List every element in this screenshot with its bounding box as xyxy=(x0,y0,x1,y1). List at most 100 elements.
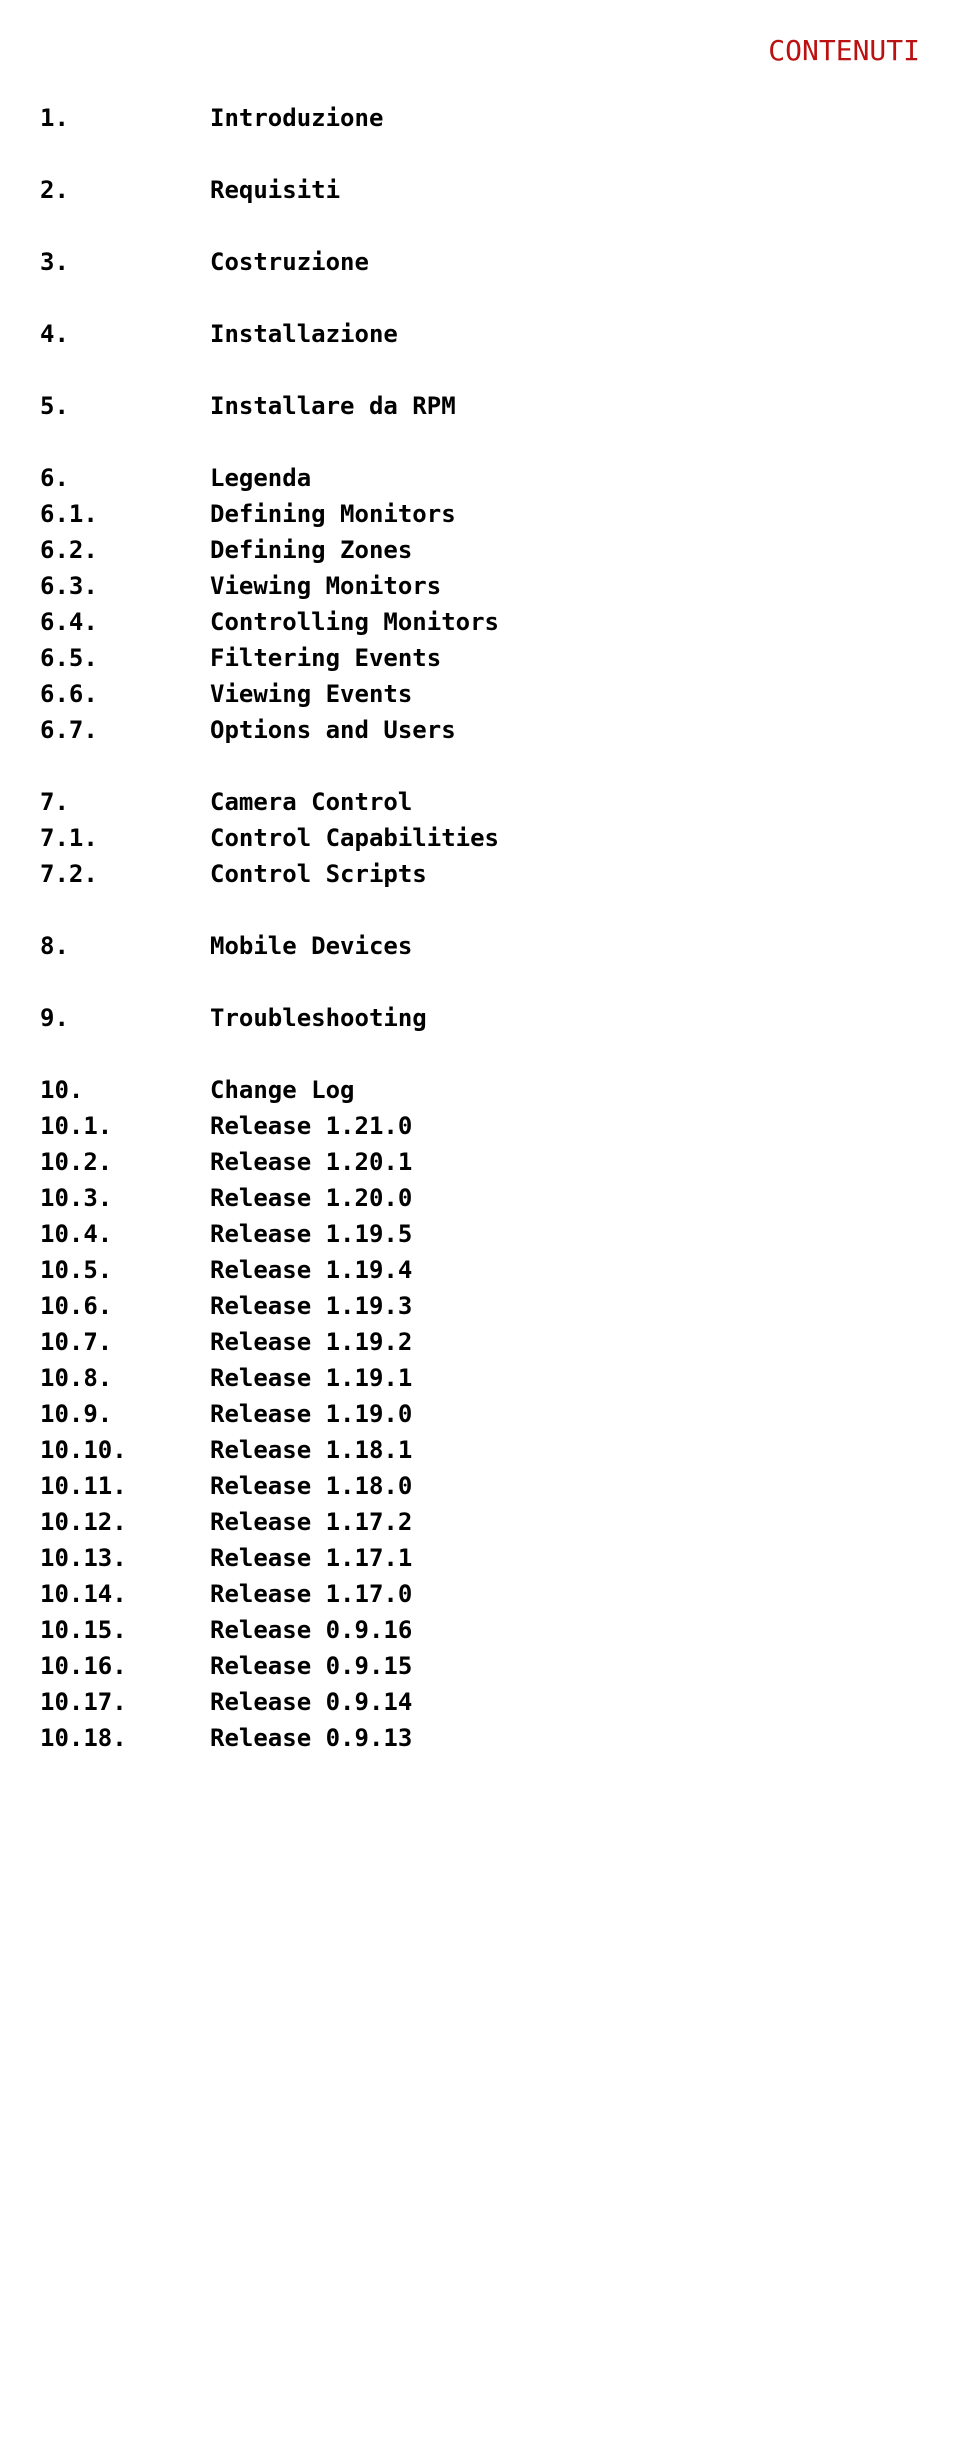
toc-entry: 10.18.Release 0.9.13 xyxy=(40,1720,920,1756)
toc-entry: 10.14.Release 1.17.0 xyxy=(40,1576,920,1612)
toc-section: 4.Installazione xyxy=(40,316,920,352)
toc-entry-number: 10.17. xyxy=(40,1684,210,1720)
toc-entry: 9.Troubleshooting xyxy=(40,1000,920,1036)
toc-section: 2.Requisiti xyxy=(40,172,920,208)
toc-entry: 7.1.Control Capabilities xyxy=(40,820,920,856)
toc-section: 10.Change Log10.1.Release 1.21.010.2.Rel… xyxy=(40,1072,920,1756)
toc-entry-title: Requisiti xyxy=(210,172,340,208)
toc-entry: 6.7.Options and Users xyxy=(40,712,920,748)
toc-entry: 6.Legenda xyxy=(40,460,920,496)
toc-entry-number: 2. xyxy=(40,172,210,208)
toc-entry-number: 10.1. xyxy=(40,1108,210,1144)
toc-entry-title: Camera Control xyxy=(210,784,412,820)
toc-entry-number: 4. xyxy=(40,316,210,352)
toc-entry-number: 7.2. xyxy=(40,856,210,892)
toc-entry-number: 10.8. xyxy=(40,1360,210,1396)
toc-section: 5.Installare da RPM xyxy=(40,388,920,424)
toc-entry-title: Legenda xyxy=(210,460,311,496)
toc-entry-number: 1. xyxy=(40,100,210,136)
toc-entry-title: Costruzione xyxy=(210,244,369,280)
toc-entry: 3.Costruzione xyxy=(40,244,920,280)
toc-entry-number: 10.11. xyxy=(40,1468,210,1504)
toc-section: 8.Mobile Devices xyxy=(40,928,920,964)
toc-section: 1.Introduzione xyxy=(40,100,920,136)
toc-entry-title: Installazione xyxy=(210,316,398,352)
toc-entry-title: Options and Users xyxy=(210,712,456,748)
toc-entry: 6.5.Filtering Events xyxy=(40,640,920,676)
toc-entry-title: Control Capabilities xyxy=(210,820,499,856)
toc-entry-title: Introduzione xyxy=(210,100,383,136)
toc-entry-title: Controlling Monitors xyxy=(210,604,499,640)
toc-entry: 10.15.Release 0.9.16 xyxy=(40,1612,920,1648)
toc-entry-number: 6.6. xyxy=(40,676,210,712)
toc-entry-title: Release 1.19.0 xyxy=(210,1396,412,1432)
toc-entry-title: Viewing Monitors xyxy=(210,568,441,604)
toc-entry-title: Release 1.20.0 xyxy=(210,1180,412,1216)
toc-entry-title: Viewing Events xyxy=(210,676,412,712)
toc-entry-number: 10.6. xyxy=(40,1288,210,1324)
toc-entry: 10.10.Release 1.18.1 xyxy=(40,1432,920,1468)
toc-entry: 7.2.Control Scripts xyxy=(40,856,920,892)
toc-entry: 10.13.Release 1.17.1 xyxy=(40,1540,920,1576)
toc-entry-number: 6.1. xyxy=(40,496,210,532)
toc-entry: 6.4.Controlling Monitors xyxy=(40,604,920,640)
toc-entry-number: 10.7. xyxy=(40,1324,210,1360)
toc-entry-number: 6.7. xyxy=(40,712,210,748)
toc-entry: 10.Change Log xyxy=(40,1072,920,1108)
toc-entry-number: 3. xyxy=(40,244,210,280)
toc-entry-title: Mobile Devices xyxy=(210,928,412,964)
toc-entry: 8.Mobile Devices xyxy=(40,928,920,964)
toc-entry: 10.12.Release 1.17.2 xyxy=(40,1504,920,1540)
toc-entry: 6.1.Defining Monitors xyxy=(40,496,920,532)
toc-entry-number: 10.16. xyxy=(40,1648,210,1684)
toc-entry: 10.6.Release 1.19.3 xyxy=(40,1288,920,1324)
toc-entry-title: Troubleshooting xyxy=(210,1000,427,1036)
toc-entry: 5.Installare da RPM xyxy=(40,388,920,424)
toc-entry: 10.11.Release 1.18.0 xyxy=(40,1468,920,1504)
toc-entry-number: 6.4. xyxy=(40,604,210,640)
toc-entry-number: 9. xyxy=(40,1000,210,1036)
toc-entry-number: 6. xyxy=(40,460,210,496)
toc-entry-number: 10.3. xyxy=(40,1180,210,1216)
toc-entry: 6.3.Viewing Monitors xyxy=(40,568,920,604)
toc-entry: 10.7.Release 1.19.2 xyxy=(40,1324,920,1360)
toc-entry-number: 10.2. xyxy=(40,1144,210,1180)
toc-entry-number: 5. xyxy=(40,388,210,424)
toc-entry-number: 10.10. xyxy=(40,1432,210,1468)
toc-entry-number: 8. xyxy=(40,928,210,964)
toc-entry-number: 10.9. xyxy=(40,1396,210,1432)
toc-entry: 10.4.Release 1.19.5 xyxy=(40,1216,920,1252)
toc-entry-title: Release 1.21.0 xyxy=(210,1108,412,1144)
toc-entry-number: 10.18. xyxy=(40,1720,210,1756)
toc-entry-title: Change Log xyxy=(210,1072,355,1108)
toc-entry-title: Defining Zones xyxy=(210,532,412,568)
toc-entry-title: Installare da RPM xyxy=(210,388,456,424)
toc-entry-number: 7.1. xyxy=(40,820,210,856)
toc-entry: 1.Introduzione xyxy=(40,100,920,136)
page-title: CONTENUTI xyxy=(40,30,920,72)
toc-entry: 7.Camera Control xyxy=(40,784,920,820)
toc-entry: 10.1.Release 1.21.0 xyxy=(40,1108,920,1144)
toc-entry-title: Release 1.17.0 xyxy=(210,1576,412,1612)
toc-entry-title: Release 0.9.14 xyxy=(210,1684,412,1720)
toc-entry: 10.8.Release 1.19.1 xyxy=(40,1360,920,1396)
toc-entry-title: Release 1.19.3 xyxy=(210,1288,412,1324)
toc-entry-number: 10.4. xyxy=(40,1216,210,1252)
toc-entry-number: 10.12. xyxy=(40,1504,210,1540)
toc-entry: 10.2.Release 1.20.1 xyxy=(40,1144,920,1180)
toc-entry-title: Release 1.17.1 xyxy=(210,1540,412,1576)
toc-entry-title: Release 0.9.15 xyxy=(210,1648,412,1684)
toc-entry-title: Control Scripts xyxy=(210,856,427,892)
toc-entry: 10.9.Release 1.19.0 xyxy=(40,1396,920,1432)
toc-section: 3.Costruzione xyxy=(40,244,920,280)
toc-entry-number: 10.15. xyxy=(40,1612,210,1648)
toc-entry-title: Filtering Events xyxy=(210,640,441,676)
toc-section: 9.Troubleshooting xyxy=(40,1000,920,1036)
toc-entry: 10.16.Release 0.9.15 xyxy=(40,1648,920,1684)
toc-entry-number: 7. xyxy=(40,784,210,820)
toc-entry-number: 6.2. xyxy=(40,532,210,568)
toc-entry-number: 10.5. xyxy=(40,1252,210,1288)
toc-entry-title: Release 1.19.4 xyxy=(210,1252,412,1288)
toc-entry: 2.Requisiti xyxy=(40,172,920,208)
toc-section: 7.Camera Control7.1.Control Capabilities… xyxy=(40,784,920,892)
